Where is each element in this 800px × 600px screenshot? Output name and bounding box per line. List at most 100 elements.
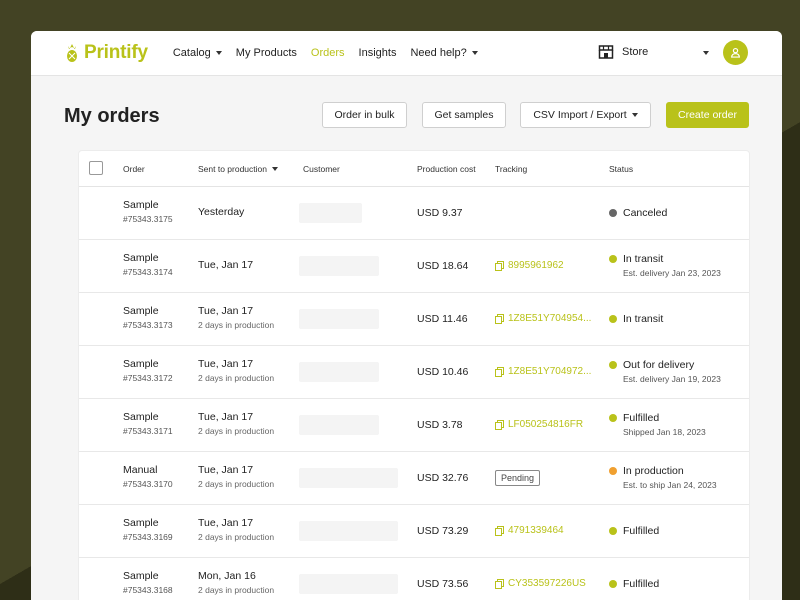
copy-icon: [495, 525, 504, 536]
status-cell: Canceled: [609, 207, 667, 219]
status-dot-icon: [609, 467, 617, 475]
nav-item-insights[interactable]: Insights: [359, 47, 397, 59]
nav-item-label: My Products: [235, 47, 297, 59]
nav-item-label: Orders: [310, 47, 345, 59]
production-cost: USD 3.78: [417, 419, 463, 431]
nav-item-label: Need help?: [410, 47, 467, 59]
sent-cell: Tue, Jan 17 2 days in production: [198, 358, 274, 383]
status-dot-icon: [609, 315, 617, 323]
create-order-button[interactable]: Create order: [666, 102, 749, 128]
days-in-production: 2 days in production: [198, 479, 275, 489]
pending-badge: Pending: [495, 470, 541, 486]
brand-name: Printify: [84, 42, 148, 63]
table-row[interactable]: Sample #75343.3173 Tue, Jan 17 2 days in pr…: [79, 293, 749, 346]
nav-item-label: Insights: [358, 47, 397, 59]
sort-chevron-down-icon: [272, 167, 278, 171]
get-samples-button[interactable]: Get samples: [422, 102, 506, 128]
csv-import-export-button[interactable]: CSV Import / Export: [520, 102, 651, 128]
copy-icon: [495, 260, 504, 271]
tracking-link[interactable]: 4791339464: [495, 525, 564, 536]
sent-date: Tue, Jan 17: [198, 305, 254, 317]
tracking-link[interactable]: 1Z8E51Y704954...: [495, 313, 591, 324]
table-row[interactable]: Sample #75343.3172 Tue, Jan 17 2 days in pr…: [79, 346, 749, 399]
order-type: Sample: [123, 411, 159, 423]
order-type: Sample: [123, 199, 159, 211]
sent-date: Tue, Jan 17: [198, 358, 254, 370]
table-row[interactable]: Manual #75343.3170 Tue, Jan 17 2 days in pr…: [79, 452, 749, 505]
status-dot-icon: [609, 361, 617, 369]
customer-redacted: [299, 521, 398, 541]
copy-icon: [495, 578, 504, 589]
order-in-bulk-button[interactable]: Order in bulk: [322, 102, 407, 128]
column-tracking: Tracking: [495, 164, 528, 174]
store-label: Store: [622, 46, 649, 58]
order-cell[interactable]: Sample #75343.3174: [123, 252, 173, 277]
sent-cell: Tue, Jan 17 2 days in production: [198, 411, 274, 436]
order-cell[interactable]: Sample #75343.3168: [123, 570, 173, 595]
order-id: #75343.3174: [123, 267, 173, 277]
sent-date: Yesterday: [198, 206, 245, 218]
production-cost: USD 18.64: [417, 260, 469, 272]
tracking-number: LF050254816FR: [508, 419, 584, 430]
nav-item-orders[interactable]: Orders: [311, 47, 345, 59]
order-type: Manual: [123, 464, 158, 476]
sent-cell: Tue, Jan 17 2 days in production: [198, 517, 274, 542]
order-cell[interactable]: Sample #75343.3171: [123, 411, 173, 436]
order-cell[interactable]: Sample #75343.3169: [123, 517, 173, 542]
production-cost: USD 73.29: [417, 525, 469, 537]
select-all-checkbox[interactable]: [89, 161, 103, 175]
column-sent-to-production[interactable]: Sent to production: [198, 164, 278, 174]
status-detail: Shipped Jan 18, 2023: [623, 427, 706, 437]
tracking-number: 1Z8E51Y704972...: [508, 366, 592, 377]
status-detail: Est. delivery Jan 19, 2023: [623, 374, 721, 384]
table-row[interactable]: Sample #75343.3175 Yesterday USD 9.37 Cancel…: [79, 187, 749, 240]
table-row[interactable]: Sample #75343.3168 Mon, Jan 16 2 days in pr…: [79, 558, 749, 600]
status-cell: Fulfilled: [609, 525, 659, 537]
nav-item-need-help[interactable]: Need help?: [410, 47, 478, 59]
customer-redacted: [299, 309, 379, 329]
status-cell: In transit: [609, 313, 663, 325]
status-detail: Est. to ship Jan 24, 2023: [623, 480, 717, 490]
status-badge: Fulfilled: [623, 525, 660, 537]
customer-redacted: [299, 415, 379, 435]
days-in-production: 2 days in production: [198, 373, 275, 383]
sent-cell: Mon, Jan 16 2 days in production: [198, 570, 274, 595]
status-badge: Canceled: [623, 207, 668, 219]
customer-redacted: [299, 256, 379, 276]
main-nav: Catalog My Products Orders Insights Need hel…: [173, 47, 492, 59]
copy-icon: [495, 419, 504, 430]
column-customer: Customer: [303, 164, 340, 174]
status-dot-icon: [609, 580, 617, 588]
store-chevron-down-icon[interactable]: [703, 51, 709, 55]
status-badge: In transit: [623, 313, 664, 325]
chevron-down-icon: [215, 51, 222, 55]
table-row[interactable]: Sample #75343.3171 Tue, Jan 17 2 days in pr…: [79, 399, 749, 452]
status-badge: Out for delivery: [623, 359, 695, 371]
tracking-link[interactable]: LF050254816FR: [495, 419, 583, 430]
order-cell[interactable]: Sample #75343.3173: [123, 305, 173, 330]
user-avatar[interactable]: [723, 40, 748, 65]
tracking-number: 4791339464: [508, 525, 564, 536]
copy-icon: [495, 366, 504, 377]
status-cell: In production Est. to ship Jan 24, 2023: [609, 465, 717, 490]
table-row[interactable]: Sample #75343.3169 Tue, Jan 17 2 days in pr…: [79, 505, 749, 558]
sent-cell: Tue, Jan 17 2 days in production: [198, 464, 274, 489]
tracking-link[interactable]: 1Z8E51Y704972...: [495, 366, 591, 377]
status-badge: In transit: [623, 253, 664, 265]
sent-cell: Tue, Jan 17 2 days in production: [198, 305, 274, 330]
tracking-link[interactable]: 8995961962: [495, 260, 564, 271]
nav-item-my-products[interactable]: My Products: [236, 47, 297, 59]
sent-date: Tue, Jan 17: [198, 259, 254, 271]
chevron-down-icon: [471, 51, 478, 55]
order-cell[interactable]: Manual #75343.3170: [123, 464, 173, 489]
chevron-down-icon: [631, 113, 638, 117]
order-cell[interactable]: Sample #75343.3172: [123, 358, 173, 383]
order-cell[interactable]: Sample #75343.3175: [123, 199, 173, 224]
tracking-link[interactable]: CY353597226US: [495, 578, 586, 589]
nav-item-catalog[interactable]: Catalog: [173, 47, 222, 59]
tracking-number: 8995961962: [508, 260, 564, 271]
store-selector[interactable]: Store: [598, 44, 648, 60]
table-row[interactable]: Sample #75343.3174 Tue, Jan 17 USD 18.64 899…: [79, 240, 749, 293]
orders-table: Order Sent to production Customer Produc…: [79, 151, 749, 600]
brand-logo[interactable]: Printify: [64, 42, 148, 64]
